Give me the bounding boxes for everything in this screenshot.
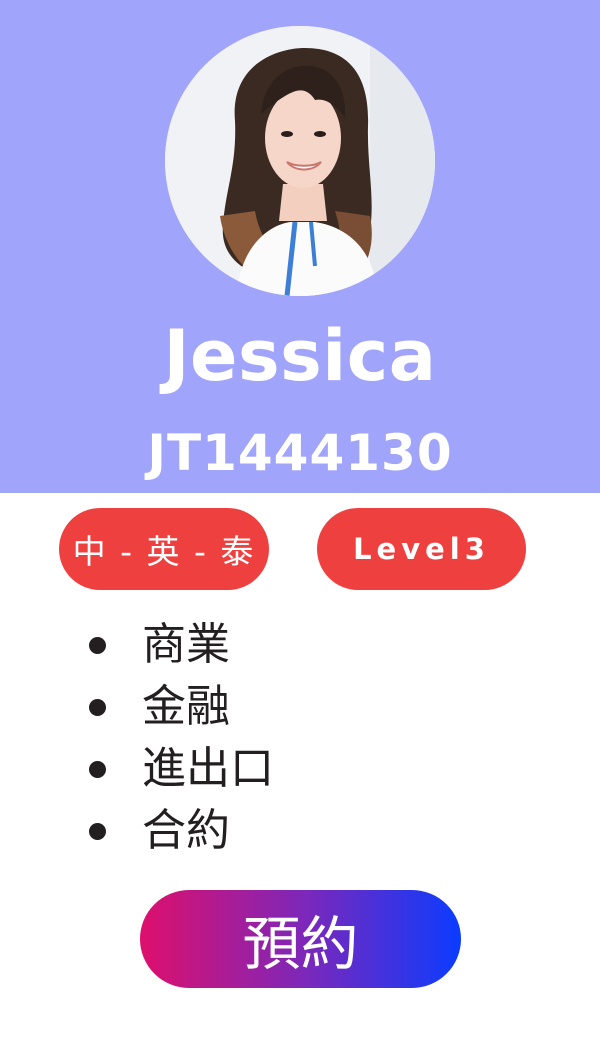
topic-label: 合約 xyxy=(142,805,230,856)
topic-label: 金融 xyxy=(142,681,230,732)
book-button[interactable]: 預約 xyxy=(140,890,461,988)
bullet-icon xyxy=(89,636,106,654)
list-item: 金融 xyxy=(0,676,600,738)
language-badge: 中 - 英 - 泰 xyxy=(59,508,269,590)
level-badge: Level3 xyxy=(317,508,526,590)
topic-label: 進出口 xyxy=(142,743,274,794)
tutor-profile-card: Jessica JT1444130 中 - 英 - 泰 Level3 商業 金融… xyxy=(0,0,600,1050)
list-item: 商業 xyxy=(0,614,600,676)
avatar xyxy=(165,26,435,296)
profile-header: Jessica JT1444130 xyxy=(0,0,600,493)
tutor-code: JT1444130 xyxy=(147,424,453,482)
bullet-icon xyxy=(89,760,106,778)
topic-label: 商業 xyxy=(142,619,230,670)
list-item: 進出口 xyxy=(0,738,600,800)
bullet-icon xyxy=(89,822,106,840)
topic-list: 商業 金融 進出口 合約 xyxy=(0,614,600,862)
tutor-name: Jessica xyxy=(163,315,437,397)
bullet-icon xyxy=(89,698,106,716)
list-item: 合約 xyxy=(0,800,600,862)
